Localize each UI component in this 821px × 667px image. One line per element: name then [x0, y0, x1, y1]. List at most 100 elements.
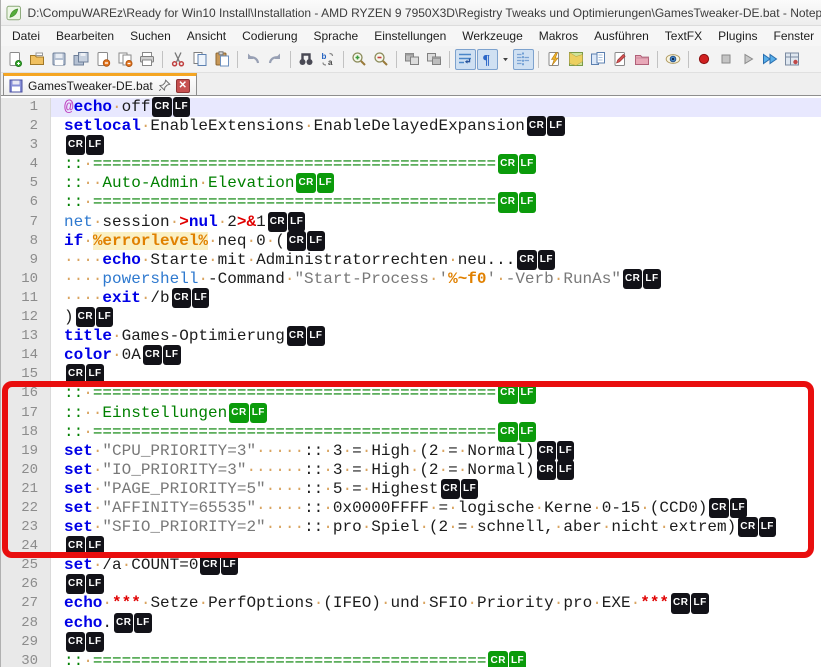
- line-number[interactable]: 2: [1, 117, 51, 136]
- menu-einstellungen[interactable]: Einstellungen: [366, 27, 454, 45]
- code-text[interactable]: CRLF: [51, 136, 821, 155]
- code-text[interactable]: ::·=====================================…: [51, 384, 821, 403]
- word-wrap-button[interactable]: [455, 49, 476, 70]
- menu-makros[interactable]: Makros: [531, 27, 586, 45]
- menu-ausfhren[interactable]: Ausführen: [586, 27, 657, 45]
- save-all-button[interactable]: [71, 49, 92, 70]
- line-number[interactable]: 9: [1, 251, 51, 270]
- code-editor[interactable]: 1@echo·offCRLF2setlocal·EnableExtensions…: [1, 96, 821, 667]
- menu-plugins[interactable]: Plugins: [710, 27, 765, 45]
- menu-suchen[interactable]: Suchen: [122, 27, 179, 45]
- code-text[interactable]: color·0ACRLF: [51, 346, 821, 365]
- code-text[interactable]: CRLF: [51, 365, 821, 384]
- line-number[interactable]: 26: [1, 575, 51, 594]
- line-number[interactable]: 13: [1, 327, 51, 346]
- line-number[interactable]: 17: [1, 404, 51, 423]
- line-number[interactable]: 21: [1, 480, 51, 499]
- line-number[interactable]: 12: [1, 308, 51, 327]
- line-number[interactable]: 11: [1, 289, 51, 308]
- paste-button[interactable]: [212, 49, 233, 70]
- line-number[interactable]: 10: [1, 270, 51, 289]
- title-bar[interactable]: D:\CompuWAREz\Ready for Win10 Install\In…: [1, 0, 821, 26]
- line-number[interactable]: 29: [1, 633, 51, 652]
- sync-scroll-v-button[interactable]: [402, 49, 423, 70]
- menu-datei[interactable]: Datei: [4, 27, 48, 45]
- undo-button[interactable]: [243, 49, 264, 70]
- line-number[interactable]: 25: [1, 556, 51, 575]
- line-number[interactable]: 19: [1, 442, 51, 461]
- code-text[interactable]: ::··EinstellungenCRLF: [51, 404, 821, 423]
- code-text[interactable]: ::·=====================================…: [51, 652, 821, 667]
- line-number[interactable]: 1: [1, 98, 51, 117]
- folder-as-workspace-button[interactable]: [632, 49, 653, 70]
- line-number[interactable]: 16: [1, 384, 51, 403]
- line-number[interactable]: 28: [1, 614, 51, 633]
- pin-icon[interactable]: [158, 79, 171, 92]
- find-button[interactable]: [296, 49, 317, 70]
- save-button[interactable]: [49, 49, 70, 70]
- tab-gamestweaker[interactable]: GamesTweaker-DE.bat ✕: [3, 73, 197, 95]
- line-number[interactable]: 27: [1, 594, 51, 613]
- monitoring-eye-button[interactable]: [663, 49, 684, 70]
- copy-button[interactable]: [190, 49, 211, 70]
- line-number[interactable]: 4: [1, 155, 51, 174]
- open-file-button[interactable]: [27, 49, 48, 70]
- line-number[interactable]: 15: [1, 365, 51, 384]
- code-text[interactable]: set·"SFIO_PRIORITY=2"····::·pro·Spiel·(2…: [51, 518, 821, 537]
- macro-playback-multiple-button[interactable]: [760, 49, 781, 70]
- close-all-button[interactable]: [115, 49, 136, 70]
- menu-fenster[interactable]: Fenster: [766, 27, 821, 45]
- cut-button[interactable]: [168, 49, 189, 70]
- code-text[interactable]: set·"CPU_PRIORITY=3"·····::·3·=·High·(2·…: [51, 442, 821, 461]
- line-number[interactable]: 7: [1, 213, 51, 232]
- macro-stop-button[interactable]: [716, 49, 737, 70]
- line-number[interactable]: 14: [1, 346, 51, 365]
- code-text[interactable]: net·session·>nul·2>&1CRLF: [51, 213, 821, 232]
- code-text[interactable]: echo.CRLF: [51, 614, 821, 633]
- code-text[interactable]: ····echo·Starte·mit·Administratorrechten…: [51, 251, 821, 270]
- line-number[interactable]: 18: [1, 423, 51, 442]
- menu-werkzeuge[interactable]: Werkzeuge: [454, 27, 530, 45]
- code-text[interactable]: )CRLF: [51, 308, 821, 327]
- code-text[interactable]: echo·***·Setze·PerfOptions·(IFEO)·und·SF…: [51, 594, 821, 613]
- document-switcher-button[interactable]: [588, 49, 609, 70]
- code-text[interactable]: CRLF: [51, 537, 821, 556]
- code-text[interactable]: set·"AFFINITY=65535"·····::·0x0000FFFF·=…: [51, 499, 821, 518]
- menu-textfx[interactable]: TextFX: [657, 27, 710, 45]
- function-list-button[interactable]: [544, 49, 565, 70]
- code-text[interactable]: if·%errorlevel%·neq·0·(CRLF: [51, 232, 821, 251]
- code-text[interactable]: ::·=====================================…: [51, 155, 821, 174]
- code-text[interactable]: ::·=====================================…: [51, 193, 821, 212]
- code-text[interactable]: ····exit·/bCRLF: [51, 289, 821, 308]
- code-text[interactable]: setlocal·EnableExtensions·EnableDelayedE…: [51, 117, 821, 136]
- code-text[interactable]: set·/a·COUNT=0CRLF: [51, 556, 821, 575]
- show-all-characters-button[interactable]: ¶: [477, 49, 498, 70]
- sync-scroll-h-button[interactable]: [424, 49, 445, 70]
- menu-codierung[interactable]: Codierung: [234, 27, 305, 45]
- line-number[interactable]: 6: [1, 193, 51, 212]
- line-number[interactable]: 8: [1, 232, 51, 251]
- line-number[interactable]: 24: [1, 537, 51, 556]
- zoom-in-button[interactable]: [349, 49, 370, 70]
- zoom-out-button[interactable]: [371, 49, 392, 70]
- menu-ansicht[interactable]: Ansicht: [179, 27, 234, 45]
- code-text[interactable]: ::·=====================================…: [51, 423, 821, 442]
- line-number[interactable]: 30: [1, 652, 51, 667]
- code-text[interactable]: set·"IO_PRIORITY=3"······::·3·=·High·(2·…: [51, 461, 821, 480]
- line-number[interactable]: 23: [1, 518, 51, 537]
- code-text[interactable]: @echo·offCRLF: [51, 98, 821, 117]
- code-text[interactable]: CRLF: [51, 633, 821, 652]
- code-text[interactable]: set·"PAGE_PRIORITY=5"····::·5·=·HighestC…: [51, 480, 821, 499]
- redo-button[interactable]: [265, 49, 286, 70]
- macro-record-button[interactable]: [694, 49, 715, 70]
- menu-bearbeiten[interactable]: Bearbeiten: [48, 27, 122, 45]
- new-file-button[interactable]: [5, 49, 26, 70]
- code-text[interactable]: ····powershell·-Command·"Start-Process·'…: [51, 270, 821, 289]
- macro-save-button[interactable]: [782, 49, 803, 70]
- line-number[interactable]: 20: [1, 461, 51, 480]
- dropdown-arrow-button[interactable]: [499, 49, 512, 70]
- replace-button[interactable]: ba: [318, 49, 339, 70]
- close-button[interactable]: [93, 49, 114, 70]
- line-number[interactable]: 5: [1, 174, 51, 193]
- line-number[interactable]: 3: [1, 136, 51, 155]
